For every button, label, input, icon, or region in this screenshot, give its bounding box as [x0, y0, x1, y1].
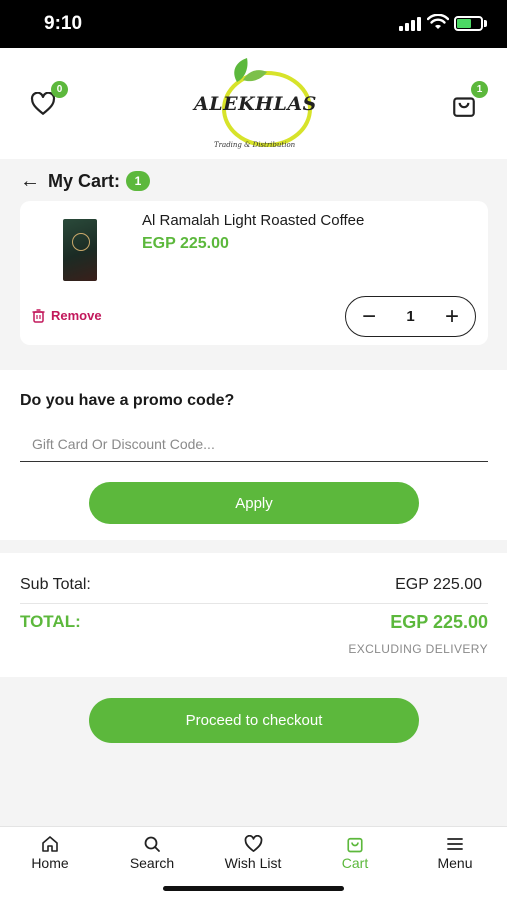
product-image[interactable] — [63, 219, 97, 281]
logo-subtitle: Trading & Distribution — [214, 141, 296, 149]
remove-button[interactable]: Remove — [32, 308, 102, 323]
nav-item-search[interactable]: Search — [107, 835, 197, 871]
signal-icon — [399, 17, 421, 31]
app-header: 0 ALEKHLAS Trading & Distribution 1 — [0, 48, 507, 159]
nav-item-home[interactable]: Home — [5, 835, 95, 871]
totals-divider — [20, 603, 488, 604]
wishlist-badge: 0 — [51, 81, 68, 98]
home-indicator — [163, 886, 344, 891]
menu-icon — [447, 838, 463, 850]
promo-title: Do you have a promo code? — [20, 392, 235, 409]
checkout-button[interactable]: Proceed to checkout — [89, 698, 419, 743]
trash-icon — [32, 308, 45, 323]
cart-count-badge: 1 — [126, 171, 151, 191]
subtotal-value: EGP 225.00 — [395, 576, 482, 593]
home-icon — [42, 836, 58, 852]
cart-badge: 1 — [471, 81, 488, 98]
battery-cap — [484, 20, 487, 27]
heart-icon — [244, 835, 262, 852]
increase-quantity-button[interactable]: + — [445, 304, 459, 329]
total-label: TOTAL: — [20, 612, 81, 631]
status-bar: 9:10 — [0, 0, 507, 48]
cart-item-card: Al Ramalah Light Roasted Coffee EGP 225.… — [20, 201, 488, 345]
heart-icon[interactable] — [30, 92, 56, 116]
cart-title-row: ← My Cart: 1 — [20, 168, 151, 194]
bag-icon — [347, 837, 363, 853]
nav-label-search: Search — [129, 855, 175, 871]
product-name[interactable]: Al Ramalah Light Roasted Coffee — [142, 212, 364, 229]
quantity-value: 1 — [406, 308, 415, 325]
battery-icon — [454, 16, 483, 31]
apply-button[interactable]: Apply — [89, 482, 419, 524]
product-price: EGP 225.00 — [142, 235, 229, 252]
remove-label: Remove — [51, 308, 102, 323]
search-icon — [144, 836, 160, 852]
nav-label-home: Home — [31, 855, 69, 871]
excluding-delivery-note: EXCLUDING DELIVERY — [348, 642, 488, 656]
subtotal-label: Sub Total: — [20, 576, 91, 593]
promo-code-input[interactable] — [20, 426, 488, 462]
back-arrow-icon[interactable]: ← — [20, 170, 40, 193]
totals-section: Sub Total: EGP 225.00 TOTAL: EGP 225.00 … — [0, 553, 507, 677]
promo-section: Do you have a promo code? Apply — [0, 370, 507, 540]
status-time: 9:10 — [44, 13, 83, 34]
cart-title: My Cart: — [48, 170, 121, 191]
wifi-icon — [427, 14, 449, 29]
nav-label-cart: Cart — [341, 855, 369, 871]
nav-item-cart[interactable]: Cart — [310, 835, 400, 871]
nav-label-menu: Menu — [437, 855, 473, 871]
nav-item-menu[interactable]: Menu — [410, 835, 500, 871]
total-value: EGP 225.00 — [390, 612, 488, 632]
nav-label-wishlist: Wish List — [224, 855, 282, 871]
decrease-quantity-button[interactable]: − — [362, 304, 376, 329]
logo-text: ALEKHLAS — [194, 93, 317, 115]
quantity-stepper: − 1 + — [345, 296, 476, 337]
nav-item-wishlist[interactable]: Wish List — [208, 835, 298, 871]
